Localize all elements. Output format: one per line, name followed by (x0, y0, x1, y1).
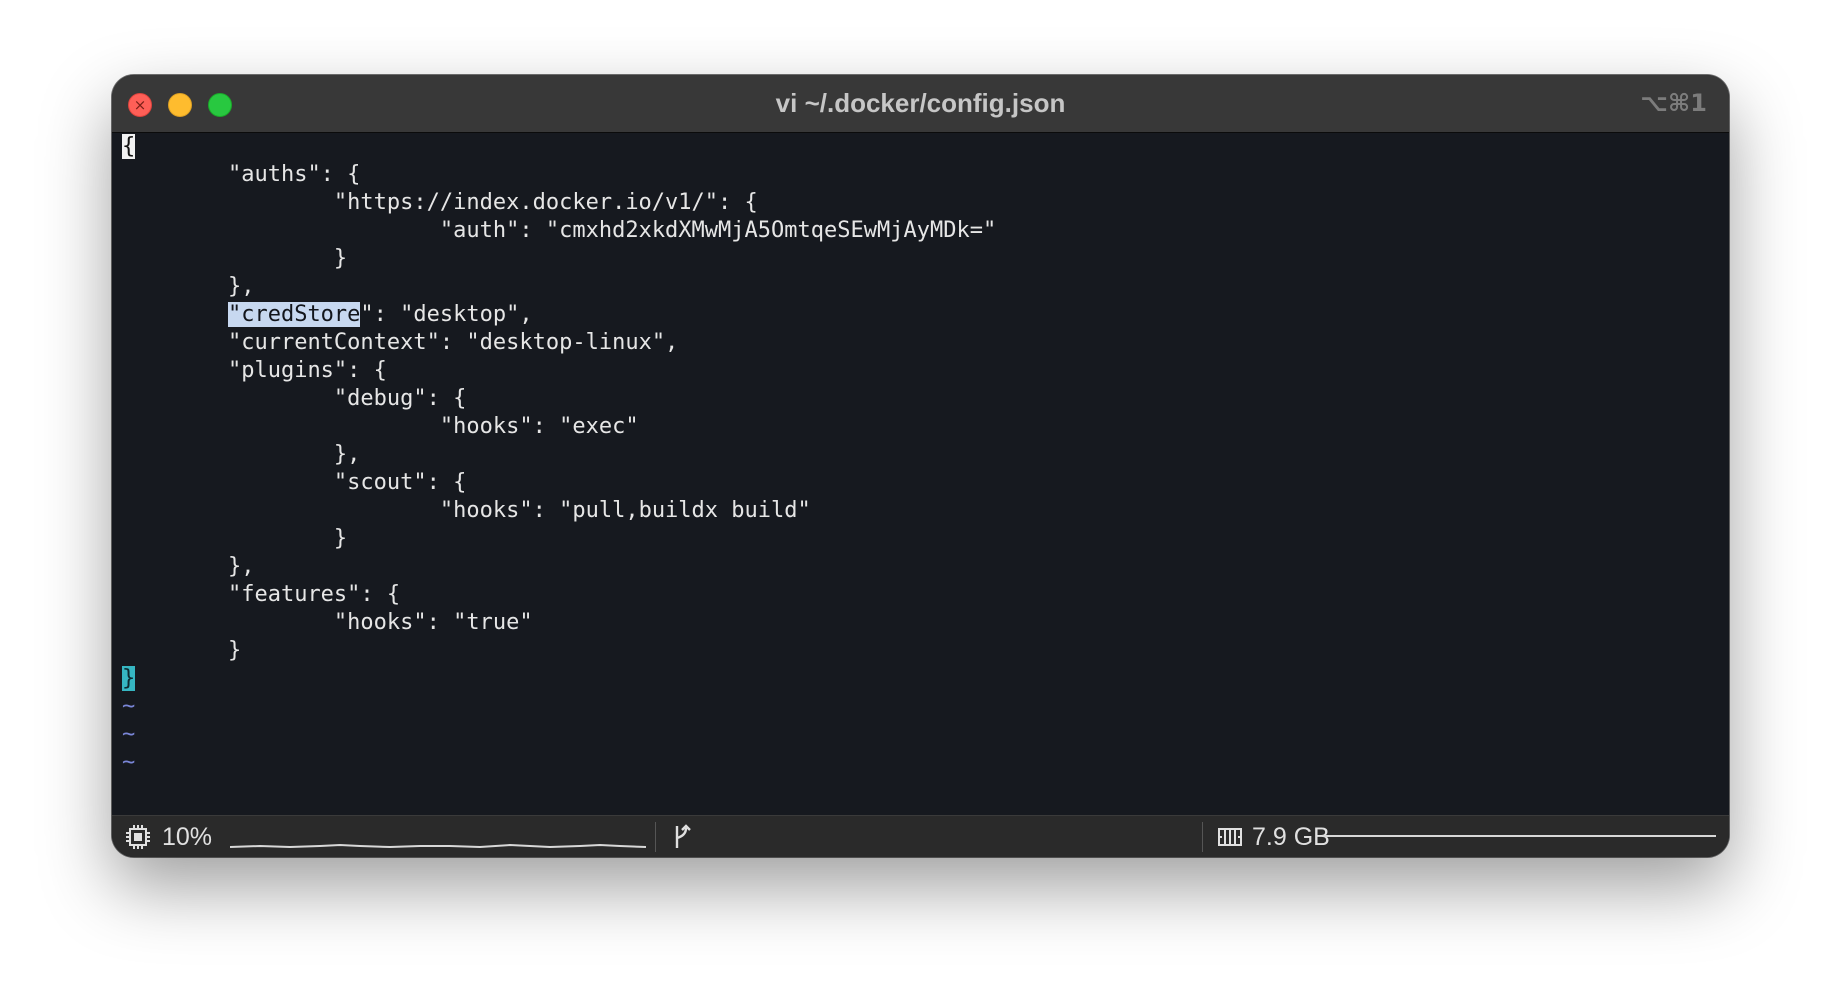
line-text: } (227, 638, 242, 663)
line-text: "hooks": "exec" (439, 414, 639, 439)
code-line[interactable]: "hooks": "pull,buildx build" (122, 497, 811, 525)
line-text: "auths": { (227, 162, 361, 187)
code-line[interactable]: } (122, 637, 241, 665)
line-text: "currentContext": "desktop-linux", (227, 330, 679, 355)
vim-editor-buffer[interactable]: { "auths": { "https://index.docker.io/v1… (112, 133, 1729, 857)
git-branch-icon (675, 824, 691, 848)
search-highlight: "credStore (227, 302, 361, 327)
line-text: "auth": "cmxhd2xkdXMwMjA5OmtqeSEwMjAyMDk… (439, 218, 997, 243)
line-text: } (333, 246, 348, 271)
empty-line-tilde: ~ (122, 750, 136, 775)
code-line[interactable]: "hooks": "true" (122, 609, 533, 637)
code-line[interactable]: "https://index.docker.io/v1/": { (122, 189, 758, 217)
cpu-usage-value: 10% (162, 823, 213, 851)
code-line[interactable]: }, (122, 273, 255, 301)
code-line[interactable]: "credStore": "desktop", (122, 301, 533, 329)
code-line[interactable]: }, (122, 553, 255, 581)
code-line[interactable]: "scout": { (122, 469, 466, 497)
line-text: }, (227, 274, 255, 299)
tab-shortcut-label: ⌥⌘1 (1640, 89, 1707, 117)
code-line[interactable]: } (122, 245, 347, 273)
code-line[interactable]: "debug": { (122, 385, 466, 413)
line-text: "scout": { (333, 470, 467, 495)
code-line[interactable]: { (122, 133, 136, 161)
matching-bracket: } (122, 666, 136, 691)
memory-icon (1218, 828, 1242, 846)
line-text: "hooks": "true" (333, 610, 533, 635)
line-text: "features": { (227, 582, 401, 607)
code-line[interactable]: } (122, 665, 136, 693)
memory-sparkline (1322, 835, 1716, 837)
cursor-character: { (122, 134, 136, 159)
line-text: }, (333, 442, 361, 467)
line-text: "https://index.docker.io/v1/": { (333, 190, 758, 215)
code-line[interactable]: "auth": "cmxhd2xkdXMwMjA5OmtqeSEwMjAyMDk… (122, 217, 996, 245)
code-line[interactable]: "features": { (122, 581, 400, 609)
empty-line-tilde: ~ (122, 694, 136, 719)
memory-usage-value: 7.9 GB (1252, 823, 1330, 851)
terminal-window: × vi ~/.docker/config.json ⌥⌘1 { "auths"… (112, 75, 1729, 857)
cpu-sparkline (230, 843, 646, 849)
code-line[interactable]: "currentContext": "desktop-linux", (122, 329, 678, 357)
line-text: "plugins": { (227, 358, 387, 383)
code-line[interactable]: "auths": { (122, 161, 360, 189)
title-bar[interactable]: × vi ~/.docker/config.json ⌥⌘1 (112, 75, 1729, 133)
line-text: ": "desktop", (360, 302, 533, 327)
line-text: } (333, 526, 348, 551)
empty-line-tilde: ~ (122, 722, 136, 747)
line-text: }, (227, 554, 255, 579)
code-line[interactable]: } (122, 525, 347, 553)
status-divider (655, 822, 656, 852)
code-line[interactable]: "hooks": "exec" (122, 413, 639, 441)
status-bar: 10% 7.9 GB (112, 815, 1729, 857)
line-text: "debug": { (333, 386, 467, 411)
line-text: "hooks": "pull,buildx build" (439, 498, 811, 523)
cpu-chip-icon (126, 825, 150, 849)
code-line[interactable]: "plugins": { (122, 357, 387, 385)
status-divider (1202, 822, 1203, 852)
window-title: vi ~/.docker/config.json (775, 88, 1066, 118)
code-line[interactable]: }, (122, 441, 361, 469)
